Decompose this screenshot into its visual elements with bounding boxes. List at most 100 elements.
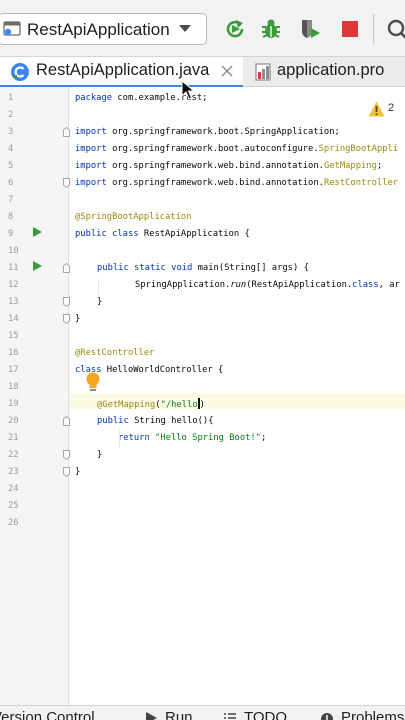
line-number: 1 [8, 93, 14, 103]
stop-icon[interactable] [338, 17, 362, 41]
line-number: 22 [8, 450, 19, 460]
version-control-tab[interactable]: Version Control [0, 709, 95, 720]
code-line-9[interactable]: public class RestApiApplication { [75, 228, 250, 242]
line-number: 8 [8, 212, 14, 222]
code-text: SpringApplication. [135, 280, 231, 290]
line-number: 19 [8, 399, 19, 409]
code-text: RestApiApplication { [138, 229, 250, 239]
line-number: 10 [8, 246, 19, 256]
fold-marker-icon[interactable] [63, 416, 70, 426]
keyword: import [75, 161, 107, 171]
tab-restapiapplication-java[interactable]: RestApiApplication.java [0, 57, 243, 88]
indent-guide [98, 279, 99, 295]
search-icon[interactable] [385, 17, 405, 41]
fold-marker-icon[interactable] [63, 178, 70, 188]
code-line-19[interactable]: @GetMapping("/hello) [97, 398, 205, 412]
code-line-23[interactable]: } [75, 466, 80, 480]
code-text: org.springframework.web.bind.annotation. [106, 178, 324, 188]
todo-list-icon [224, 713, 236, 719]
close-icon[interactable] [220, 64, 234, 78]
code-text: } [97, 297, 103, 307]
line-number: 6 [8, 178, 14, 188]
keyword: return [118, 433, 150, 443]
code-editor[interactable]: 1 2 3 4 5 6 7 8 9 10 11 12 13 14 15 16 1… [0, 87, 405, 705]
line-number: 14 [8, 314, 19, 324]
code-line-16[interactable]: @RestController [75, 347, 154, 361]
code-line-22[interactable]: } [97, 449, 102, 463]
code-text: ; [261, 433, 267, 443]
main-toolbar: RestApiApplication [0, 0, 405, 57]
code-line-20[interactable]: public String hello(){ [97, 415, 214, 429]
keyword: public class [75, 229, 139, 239]
annotation: @RestController [75, 348, 155, 358]
code-text: } [75, 314, 81, 324]
line-number: 13 [8, 297, 19, 307]
line-number-gutter[interactable]: 1 2 3 4 5 6 7 8 9 10 11 12 13 14 15 16 1… [0, 87, 70, 705]
problems-icon [321, 713, 333, 720]
code-text: (RestApiApplication. [246, 280, 353, 290]
code-text: ) [199, 400, 205, 410]
code-text: org.springframework.boot.autoconfigure. [106, 144, 319, 154]
code-line-4[interactable]: import org.springframework.boot.autoconf… [75, 143, 398, 157]
line-number: 23 [8, 467, 19, 477]
toolbar-separator [373, 14, 374, 44]
annotation: SpringBootAppli [318, 144, 399, 154]
properties-file-icon [255, 63, 271, 81]
tab-application-properties[interactable]: application.pro [243, 57, 405, 87]
code-text: org.springframework.boot.SpringApplicati… [106, 127, 340, 137]
warning-count: 2 [388, 102, 395, 114]
code-line-21[interactable]: return "Hello Spring Boot!"; [118, 432, 266, 446]
code-line-12[interactable]: SpringApplication.run(RestApiApplication… [135, 279, 400, 293]
line-number: 26 [8, 518, 19, 528]
inspection-warnings-indicator[interactable]: 2 [368, 101, 402, 119]
code-line-3[interactable]: import org.springframework.boot.SpringAp… [75, 126, 340, 140]
string-literal: "/hello [160, 400, 198, 410]
fold-marker-icon[interactable] [63, 263, 70, 273]
code-text: HelloWorldController { [101, 365, 224, 375]
code-text: } [97, 450, 103, 460]
problems-tab[interactable]: Problems [341, 709, 404, 720]
code-line-8[interactable]: @SpringBootApplication [75, 211, 192, 225]
line-number: 21 [8, 433, 19, 443]
keyword: import [75, 178, 107, 188]
code-text: main(String[] args) { [192, 263, 309, 273]
line-number: 2 [8, 110, 14, 120]
fold-marker-icon[interactable] [63, 467, 70, 477]
coverage-icon[interactable] [298, 17, 322, 41]
code-text: } [75, 467, 81, 477]
annotation: @GetMapping [97, 400, 156, 410]
java-class-icon [11, 63, 29, 81]
keyword: package [75, 93, 113, 103]
line-number: 25 [8, 501, 19, 511]
rerun-icon[interactable] [223, 17, 247, 41]
run-configuration-label: RestApiApplication [27, 20, 170, 39]
todo-tab[interactable]: TODO [244, 709, 287, 720]
run-configuration-selector[interactable]: RestApiApplication [0, 13, 207, 45]
debug-icon[interactable] [259, 17, 283, 41]
keyword: public [97, 416, 129, 426]
fold-marker-icon[interactable] [63, 127, 70, 137]
code-text: ; [376, 161, 383, 171]
code-text: org.springframework.web.bind.annotation. [106, 161, 324, 171]
keyword: import [75, 144, 107, 154]
lightbulb-icon[interactable] [86, 372, 100, 392]
tab-label: RestApiApplication.java [36, 61, 210, 79]
run-tab[interactable]: Run [165, 709, 193, 720]
indent-guide [119, 429, 120, 447]
code-line-6[interactable]: import org.springframework.web.bind.anno… [75, 177, 398, 191]
fold-marker-icon[interactable] [63, 314, 70, 324]
tool-window-bar: Version Control Run TODO Problems [0, 705, 405, 720]
code-line-13[interactable]: } [97, 296, 102, 310]
keyword: import [75, 127, 107, 137]
code-line-11[interactable]: public static void main(String[] args) { [97, 262, 309, 276]
line-number: 18 [8, 382, 19, 392]
fold-marker-icon[interactable] [63, 297, 70, 307]
code-line-14[interactable]: } [75, 313, 80, 327]
code-text: , ar [378, 280, 400, 290]
run-main-class-icon[interactable] [33, 227, 42, 237]
code-line-5[interactable]: import org.springframework.web.bind.anno… [75, 160, 382, 174]
annotation: GetMapping [323, 161, 377, 171]
fold-marker-icon[interactable] [63, 450, 70, 460]
run-icon [146, 712, 157, 720]
run-main-method-icon[interactable] [33, 261, 42, 271]
